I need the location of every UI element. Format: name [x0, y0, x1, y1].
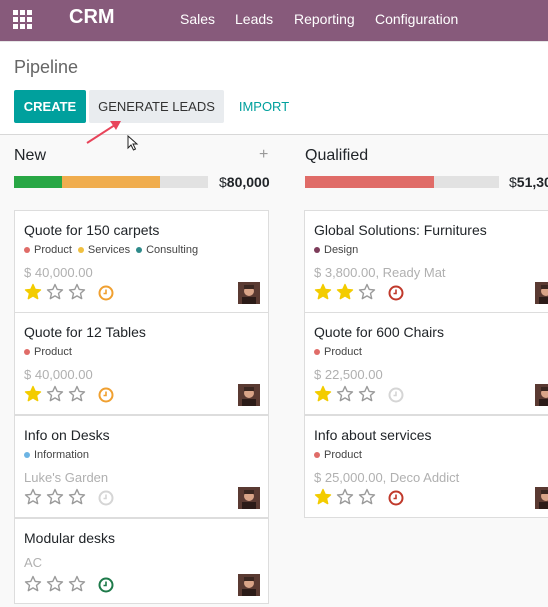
create-button[interactable]: CREATE — [14, 90, 86, 123]
card-title: Quote for 12 Tables — [24, 324, 146, 340]
card-title: Global Solutions: Furnitures — [314, 222, 487, 238]
breadcrumb: Pipeline — [14, 57, 79, 77]
star-empty-icon[interactable] — [358, 488, 376, 506]
control-panel: Pipeline CREATE GENERATE LEADS IMPORT — [0, 42, 548, 135]
star-empty-icon[interactable] — [358, 385, 376, 403]
tag-product: Product — [24, 244, 72, 256]
card-subtitle: $ 22,500.00 — [314, 367, 383, 382]
card-title: Quote for 600 Chairs — [314, 324, 444, 340]
star-empty-icon[interactable] — [68, 283, 86, 301]
column-title-qualified[interactable]: Qualified — [305, 147, 368, 165]
star-filled-icon[interactable] — [314, 283, 332, 301]
menu-leads[interactable]: Leads — [235, 11, 273, 27]
lead-card[interactable]: Quote for 12 Tables Product $ 40,000.00 — [14, 312, 269, 415]
star-empty-icon[interactable] — [46, 575, 64, 593]
card-tags: Product Services Consulting — [24, 244, 198, 256]
lead-card[interactable]: Global Solutions: Furnitures Design $ 3,… — [304, 210, 548, 313]
avatar-icon[interactable] — [535, 487, 548, 509]
clock-icon[interactable] — [98, 285, 114, 301]
card-subtitle: AC — [24, 555, 43, 570]
card-tags: Design — [314, 244, 358, 256]
clock-icon[interactable] — [388, 387, 404, 403]
card-tags: Product — [314, 449, 362, 461]
clock-icon[interactable] — [388, 490, 404, 506]
card-tags: Product — [24, 346, 72, 358]
card-subtitle: $ 40,000.00 — [24, 265, 93, 280]
card-title: Info about services — [314, 427, 432, 443]
column-title-new[interactable]: New — [14, 147, 46, 165]
priority-stars — [24, 283, 86, 301]
star-empty-icon[interactable] — [24, 488, 42, 506]
priority-stars — [24, 575, 86, 593]
priority-stars — [314, 385, 376, 403]
avatar-icon[interactable] — [238, 574, 260, 596]
tag-services: Services — [77, 244, 130, 256]
star-empty-icon[interactable] — [336, 488, 354, 506]
star-empty-icon[interactable] — [68, 488, 86, 506]
lead-card[interactable]: Quote for 150 carpets Product Services C… — [14, 210, 269, 313]
star-empty-icon[interactable] — [358, 283, 376, 301]
card-subtitle: $ 40,000.00 — [24, 367, 93, 382]
plus-icon[interactable]: + — [259, 146, 268, 164]
star-empty-icon[interactable] — [68, 385, 86, 403]
lead-card[interactable]: Quote for 600 Chairs Product $ 22,500.00 — [304, 312, 548, 415]
tag-design: Design — [314, 244, 358, 256]
tag-product: Product — [24, 346, 72, 358]
card-title: Info on Desks — [24, 427, 110, 443]
card-tags: Product — [314, 346, 362, 358]
progress-bar-qualified[interactable] — [305, 176, 499, 188]
annotation-arrow-icon — [86, 121, 121, 144]
priority-stars — [24, 488, 86, 506]
avatar-icon[interactable] — [238, 384, 260, 406]
star-filled-icon[interactable] — [24, 283, 42, 301]
priority-stars — [314, 488, 376, 506]
import-button[interactable]: IMPORT — [232, 90, 296, 123]
card-title: Modular desks — [24, 530, 116, 546]
app-brand[interactable]: CRM — [69, 6, 115, 29]
lead-card[interactable]: Modular desks AC — [14, 518, 269, 604]
avatar-icon[interactable] — [238, 282, 260, 304]
card-subtitle: Luke's Garden — [24, 470, 109, 485]
star-filled-icon[interactable] — [336, 283, 354, 301]
tag-consulting: Consulting — [136, 244, 198, 256]
star-empty-icon[interactable] — [46, 488, 64, 506]
priority-stars — [24, 385, 86, 403]
star-filled-icon[interactable] — [314, 488, 332, 506]
menu-sales[interactable]: Sales — [180, 11, 215, 27]
tag-information: Information — [24, 449, 89, 461]
tag-product: Product — [314, 449, 362, 461]
avatar-icon[interactable] — [535, 384, 548, 406]
star-empty-icon[interactable] — [46, 283, 64, 301]
tag-product: Product — [314, 346, 362, 358]
progress-bar-new[interactable] — [14, 176, 208, 188]
column-total-new: $80,000 — [219, 174, 270, 190]
star-empty-icon[interactable] — [24, 575, 42, 593]
star-empty-icon[interactable] — [46, 385, 64, 403]
star-empty-icon[interactable] — [336, 385, 354, 403]
priority-stars — [314, 283, 376, 301]
star-empty-icon[interactable] — [68, 575, 86, 593]
star-filled-icon[interactable] — [314, 385, 332, 403]
column-total-qualified: $51,30 — [509, 174, 548, 190]
menu-configuration[interactable]: Configuration — [375, 11, 458, 27]
clock-icon[interactable] — [98, 490, 114, 506]
card-title: Quote for 150 carpets — [24, 222, 160, 238]
card-subtitle: $ 3,800.00, Ready Mat — [314, 265, 446, 280]
star-filled-icon[interactable] — [24, 385, 42, 403]
avatar-icon[interactable] — [535, 282, 548, 304]
lead-card[interactable]: Info on Desks Information Luke's Garden — [14, 415, 269, 518]
clock-icon[interactable] — [98, 387, 114, 403]
card-tags: Information — [24, 449, 89, 461]
mouse-cursor-icon — [127, 135, 139, 151]
apps-grid-icon[interactable] — [13, 10, 33, 30]
lead-card[interactable]: Info about services Product $ 25,000.00,… — [304, 415, 548, 518]
clock-icon[interactable] — [98, 577, 114, 593]
clock-icon[interactable] — [388, 285, 404, 301]
top-navbar: CRM Sales Leads Reporting Configuration — [0, 0, 548, 42]
avatar-icon[interactable] — [238, 487, 260, 509]
menu-reporting[interactable]: Reporting — [294, 11, 355, 27]
card-subtitle: $ 25,000.00, Deco Addict — [314, 470, 460, 485]
